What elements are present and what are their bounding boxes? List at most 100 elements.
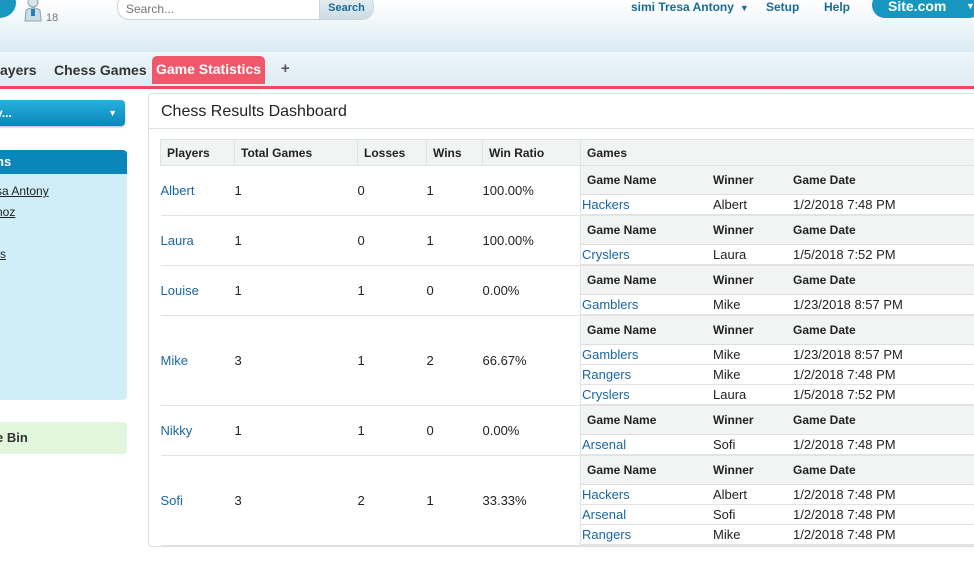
wins-cell: 1 — [426, 455, 483, 546]
subtable-header-row: Game Name Winner Game Date — [581, 216, 974, 245]
games-subtable: Game Name Winner Game Date Gamblers Mike 1/23… — [581, 316, 974, 405]
games-cell: Game Name Winner Game Date Arsenal Sofi 1/2/2… — [580, 405, 974, 456]
player-link[interactable]: Albert — [160, 165, 235, 216]
win-ratio-cell: 100.00% — [482, 165, 581, 216]
results-table: Players Total Games Losses Wins Win Rati… — [160, 139, 974, 546]
subtable-column-header: Game Date — [793, 216, 974, 245]
subtable-column-header: Winner — [713, 406, 793, 435]
win-ratio-cell: 0.00% — [482, 405, 581, 456]
win-ratio-cell: 33.33% — [482, 455, 581, 546]
player-link[interactable]: Sofi — [160, 455, 235, 546]
losses-cell: 1 — [357, 265, 427, 316]
notification-count: 18 — [46, 12, 59, 24]
help-link[interactable]: Help — [824, 0, 850, 14]
recycle-bin-link[interactable]: e Bin — [0, 422, 127, 454]
game-name-link[interactable]: Arsenal — [581, 434, 713, 455]
games-subtable: Game Name Winner Game Date Cryslers Laura 1/5… — [581, 216, 974, 265]
sidebar-link[interactable]: rs — [0, 247, 6, 261]
games-subtable: Game Name Winner Game Date Gamblers Mike 1/23… — [581, 266, 974, 315]
subtable-header-row: Game Name Winner Game Date — [581, 316, 974, 345]
sidebar-create-dropdown[interactable]: y... ▼ — [0, 100, 125, 126]
player-link[interactable]: Louise — [160, 265, 235, 316]
game-row: Hackers Albert 1/2/2018 7:48 PM — [581, 484, 974, 505]
win-ratio-cell: 0.00% — [482, 265, 581, 316]
subtable-header-row: Game Name Winner Game Date — [581, 456, 974, 485]
game-name-link[interactable]: Cryslers — [581, 384, 713, 405]
divider — [149, 128, 974, 129]
game-name-link[interactable]: Hackers — [581, 484, 713, 505]
tab-bar: ayers Chess Games Game Statistics + — [0, 52, 974, 89]
games-cell: Game Name Winner Game Date Hackers Albert 1/2… — [580, 455, 974, 546]
game-row: Arsenal Sofi 1/2/2018 7:48 PM — [581, 504, 974, 525]
column-header: Total Games — [234, 139, 358, 166]
subtable-column-header: Winner — [713, 316, 793, 345]
user-menu[interactable]: simi Tresa Antony ▼ — [631, 0, 749, 14]
games-cell: Game Name Winner Game Date Hackers Albert 1/2… — [580, 165, 974, 216]
game-date-cell: 1/23/2018 8:57 PM — [793, 294, 974, 315]
game-name-link[interactable]: Rangers — [581, 524, 713, 545]
chevron-down-icon: ▼ — [739, 3, 749, 13]
game-row: Cryslers Laura 1/5/2018 7:52 PM — [581, 244, 974, 265]
subtable-header-row: Game Name Winner Game Date — [581, 266, 974, 295]
chevron-down-icon: ▼ — [966, 1, 974, 11]
subtable-column-header: Winner — [713, 216, 793, 245]
total-games-cell: 3 — [234, 455, 358, 546]
game-name-link[interactable]: Cryslers — [581, 244, 713, 265]
game-name-link[interactable]: Gamblers — [581, 344, 713, 365]
user-name: simi Tresa Antony — [631, 0, 734, 14]
sidebar-panel: ns sa Antony noz rs — [0, 150, 127, 400]
search-input[interactable] — [126, 1, 316, 17]
total-games-cell: 1 — [234, 265, 358, 316]
table-header-row: Players Total Games Losses Wins Win Rati… — [160, 139, 974, 166]
tab-players[interactable]: ayers — [0, 58, 37, 84]
subtable-column-header: Game Date — [793, 266, 974, 295]
game-name-link[interactable]: Rangers — [581, 364, 713, 385]
tab-chess-games[interactable]: Chess Games — [54, 58, 147, 84]
losses-cell: 0 — [357, 215, 427, 266]
winner-cell: Mike — [713, 524, 793, 545]
user-avatar-icon[interactable] — [22, 0, 44, 22]
table-row: Sofi 3 2 1 33.33% Game Name Winner Game Date Hac… — [160, 455, 974, 546]
dashboard-title: Chess Results Dashboard — [161, 103, 347, 120]
salesforce-logo[interactable] — [0, 0, 16, 18]
game-name-link[interactable]: Arsenal — [581, 504, 713, 525]
table-row: Mike 3 1 2 66.67% Game Name Winner Game Date Gam… — [160, 315, 974, 406]
player-link[interactable]: Laura — [160, 215, 235, 266]
search-button[interactable]: Search — [319, 0, 373, 19]
games-subtable: Game Name Winner Game Date Hackers Albert 1/2… — [581, 456, 974, 545]
subtable-header-row: Game Name Winner Game Date — [581, 406, 974, 435]
sidebar-link[interactable]: noz — [0, 205, 15, 219]
game-name-link[interactable]: Hackers — [581, 194, 713, 215]
tab-game-statistics[interactable]: Game Statistics — [152, 56, 265, 84]
wins-cell: 0 — [426, 405, 483, 456]
winner-cell: Laura — [713, 384, 793, 405]
win-ratio-cell: 100.00% — [482, 215, 581, 266]
column-header: Wins — [426, 139, 483, 166]
site-com-label: Site.com — [888, 0, 947, 14]
winner-cell: Sofi — [713, 434, 793, 455]
subtable-column-header: Winner — [713, 166, 793, 195]
games-subtable: Game Name Winner Game Date Arsenal Sofi 1/2/2… — [581, 406, 974, 455]
game-date-cell: 1/2/2018 7:48 PM — [793, 194, 974, 215]
game-name-link[interactable]: Gamblers — [581, 294, 713, 315]
site-com-button[interactable]: Site.com ▼ — [872, 0, 974, 18]
games-cell: Game Name Winner Game Date Gamblers Mike 1/23… — [580, 265, 974, 316]
add-tab-icon[interactable]: + — [281, 60, 290, 77]
losses-cell: 1 — [357, 405, 427, 456]
table-row: Laura 1 0 1 100.00% Game Name Winner Game Date C… — [160, 215, 974, 266]
dropdown-label: y... — [0, 106, 12, 120]
chevron-down-icon: ▼ — [108, 108, 117, 118]
games-subtable: Game Name Winner Game Date Hackers Albert 1/2… — [581, 166, 974, 215]
game-date-cell: 1/2/2018 7:48 PM — [793, 524, 974, 545]
setup-link[interactable]: Setup — [766, 0, 799, 14]
column-header: Win Ratio — [482, 139, 581, 166]
subtable-column-header: Game Date — [793, 406, 974, 435]
winner-cell: Albert — [713, 194, 793, 215]
sidebar-link[interactable]: sa Antony — [0, 184, 49, 198]
subtable-column-header: Game Name — [581, 316, 713, 345]
game-row: Gamblers Mike 1/23/2018 8:57 PM — [581, 344, 974, 365]
player-link[interactable]: Mike — [160, 315, 235, 406]
player-link[interactable]: Nikky — [160, 405, 235, 456]
game-row: Cryslers Laura 1/5/2018 7:52 PM — [581, 384, 974, 405]
winner-cell: Laura — [713, 244, 793, 265]
